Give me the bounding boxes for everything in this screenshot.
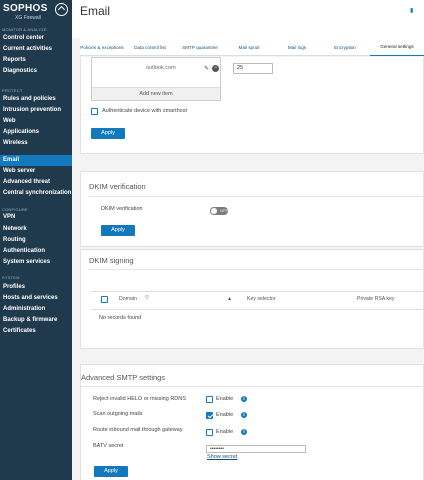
tab-encryption[interactable]: Encryption [322,38,368,56]
toggle-knob [210,207,218,215]
section-monitor: MONITOR & ANALYZE [2,27,47,32]
divider [89,196,424,197]
tab-mail-spool[interactable]: Mail spool [226,38,272,56]
select-all-checkbox[interactable] [101,296,108,303]
smarthost-panel: outlook.com ✎ − Add new item 25 Authenti… [80,57,424,154]
sidebar-item-backup-firmware[interactable]: Backup & firmware [0,315,72,326]
reject-helo-enable: Enable [216,396,234,402]
add-new-item-button[interactable]: Add new item [92,87,220,100]
dkim-signing-panel: DKIM signing Domain ▽ ▲ Key selector Pri… [80,249,424,349]
advanced-smtp-panel: Advanced SMTP settings Reject invalid HE… [80,364,424,480]
sidebar-item-current-activities[interactable]: Current activities [0,44,72,55]
tab-bar: Policies & exceptions Data control list … [80,38,424,56]
table-row: No records found [91,309,424,325]
tab-policies-exceptions[interactable]: Policies & exceptions [80,38,124,56]
sidebar-item-diagnostics[interactable]: Diagnostics [0,66,72,77]
column-key-selector[interactable]: Key selector [247,296,276,302]
empty-table-message: No records found [99,315,142,321]
tab-data-control-list[interactable]: Data control list [126,38,174,56]
remove-icon[interactable]: − [212,65,219,72]
list-item: outlook.com ✎ − [92,64,220,76]
sidebar-item-certificates[interactable]: Certificates [0,326,72,337]
divider [81,386,424,387]
toggle-state: OFF [220,208,228,213]
reject-helo-checkbox[interactable] [206,396,213,403]
scan-outgoing-enable: Enable [216,412,234,418]
sidebar-item-reports[interactable]: Reports [0,55,72,66]
page-header: Email [72,0,424,38]
sidebar-item-web[interactable]: Web [0,116,72,127]
sidebar-item-hosts-and-services[interactable]: Hosts and services [0,293,72,304]
sidebar-item-advanced-threat[interactable]: Advanced threat [0,177,72,188]
product-name: XG Firewall [15,15,41,21]
batv-secret-label: BATV secret [93,443,124,449]
dkim-apply-button[interactable]: Apply [101,225,135,236]
sidebar-item-routing[interactable]: Routing [0,235,72,246]
table-header-row: Domain ▽ ▲ Key selector Private RSA key [91,291,424,307]
show-secret-link[interactable]: Show secret [207,454,237,460]
sidebar-item-wireless[interactable]: Wireless [0,138,72,149]
tab-smtp-quarantine[interactable]: SMTP quarantine [176,38,224,56]
filter-icon[interactable]: ▽ [145,295,149,301]
authenticate-label: Authenticate device with smarthost [102,108,187,114]
smarthost-value: outlook.com [146,65,176,71]
apply-button[interactable]: Apply [91,128,125,139]
dkim-verification-toggle[interactable]: OFF [210,207,228,215]
smarthost-list: outlook.com ✎ − Add new item [91,57,221,101]
sidebar-item-administration[interactable]: Administration [0,304,72,315]
sidebar: SOPHOS XG Firewall MONITOR & ANALYZE Con… [0,0,72,480]
info-icon[interactable]: i [241,429,247,435]
section-system: SYSTEM [2,275,20,280]
sophos-logo: SOPHOS XG Firewall [3,3,71,23]
dkim-signing-title: DKIM signing [89,256,134,265]
brand-name: SOPHOS [3,3,48,14]
route-inbound-label: Route inbound mail through gateway [93,427,183,433]
sidebar-item-authentication[interactable]: Authentication [0,246,72,257]
sidebar-item-rules-and-policies[interactable]: Rules and policies [0,94,72,105]
dkim-verification-panel: DKIM verification DKIM verification OFF … [80,171,424,247]
sidebar-item-central-synchronization[interactable]: Central synchronization [0,188,72,199]
dkim-verification-label: DKIM verification [101,206,143,212]
route-inbound-checkbox[interactable] [206,429,213,436]
sidebar-item-profiles[interactable]: Profiles [0,282,72,293]
sidebar-item-intrusion-prevention[interactable]: Intrusion prevention [0,105,72,116]
advanced-smtp-apply-button[interactable]: Apply [94,466,128,477]
sidebar-item-network[interactable]: Network [0,224,72,235]
section-protect: PROTECT [2,88,23,93]
info-icon[interactable]: i [241,396,247,402]
tab-mail-logs[interactable]: Mail logs [274,38,320,56]
tab-general-settings[interactable]: General settings [370,38,424,56]
scan-outgoing-checkbox[interactable] [206,412,213,419]
dkim-verification-title: DKIM verification [89,182,146,191]
sidebar-item-web-server[interactable]: Web server [0,166,72,177]
pencil-icon[interactable]: ✎ [204,65,209,72]
column-domain[interactable]: Domain [119,296,137,302]
port-field[interactable]: 25 [233,63,273,74]
sidebar-item-email[interactable]: Email [0,155,72,166]
sidebar-item-vpn[interactable]: VPN [0,212,72,223]
info-icon[interactable]: i [241,412,247,418]
sidebar-item-applications[interactable]: Applications [0,127,72,138]
authenticate-checkbox[interactable] [91,108,98,115]
divider [89,269,424,270]
route-inbound-enable: Enable [216,429,234,435]
sort-icon[interactable]: ▲ [227,296,232,302]
sidebar-item-system-services[interactable]: System services [0,257,72,268]
sophos-shield-icon [55,3,68,16]
sidebar-item-control-center[interactable]: Control center [0,33,72,44]
page-title: Email [80,4,111,18]
batv-secret-field[interactable]: •••••••• [206,445,306,453]
column-private-rsa-key[interactable]: Private RSA key [357,296,394,302]
advanced-smtp-title: Advanced SMTP settings [81,373,166,382]
help-icon[interactable]: ▮ [410,7,416,14]
reject-helo-label: Reject invalid HELO or missing RDNS [93,396,186,402]
scan-outgoing-label: Scan outgoing mails [93,411,143,417]
